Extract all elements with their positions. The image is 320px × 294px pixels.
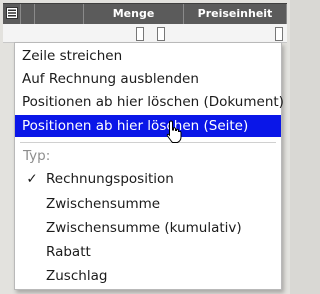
column-header bbox=[35, 4, 84, 24]
type-option-zuschlag[interactable]: Zuschlag bbox=[15, 265, 281, 287]
column-header-preiseinheit[interactable]: Preiseinheit bbox=[184, 4, 287, 24]
app-frame: Menge Preiseinheit Zeile streichen Auf R… bbox=[0, 0, 290, 294]
type-option-label: Zwischensumme (kumulativ) bbox=[46, 220, 242, 236]
type-option-zwischensumme[interactable]: Zwischensumme bbox=[15, 193, 281, 215]
menu-item-zeile-streichen[interactable]: Zeile streichen bbox=[15, 45, 281, 67]
type-option-zwischensumme-kumulativ[interactable]: Zwischensumme (kumulativ) bbox=[15, 217, 281, 239]
menu-item-auf-rechnung-ausblenden[interactable]: Auf Rechnung ausblenden bbox=[15, 68, 281, 90]
menu-item-positionen-loeschen-seite[interactable]: Positionen ab hier löschen (Seite) bbox=[15, 115, 281, 137]
row-input-stub[interactable] bbox=[136, 27, 144, 41]
column-header bbox=[21, 4, 35, 24]
type-option-label: Rabatt bbox=[46, 244, 91, 260]
row-input-stub[interactable] bbox=[275, 27, 283, 41]
type-option-label: Zuschlag bbox=[46, 268, 108, 284]
menu-item-positionen-loeschen-dokument[interactable]: Positionen ab hier löschen (Dokument) bbox=[15, 91, 284, 113]
type-option-rechnungsposition[interactable]: ✓ Rechnungsposition bbox=[15, 168, 281, 190]
row-context-menu: Zeile streichen Auf Rechnung ausblenden … bbox=[14, 42, 284, 290]
row-menu-icon[interactable] bbox=[6, 7, 18, 19]
menu-separator bbox=[20, 142, 276, 143]
type-option-rabatt[interactable]: Rabatt bbox=[15, 241, 281, 263]
table-row bbox=[3, 24, 287, 43]
hand-pointer-icon bbox=[166, 120, 182, 143]
checkmark-icon: ✓ bbox=[26, 171, 38, 187]
row-input-stub[interactable] bbox=[157, 27, 165, 41]
type-section-label: Typ: bbox=[23, 148, 51, 164]
type-option-label: Rechnungsposition bbox=[46, 171, 174, 187]
column-header-menge[interactable]: Menge bbox=[84, 4, 184, 24]
type-option-label: Zwischensumme bbox=[46, 196, 161, 212]
table-header: Menge Preiseinheit bbox=[3, 3, 287, 25]
